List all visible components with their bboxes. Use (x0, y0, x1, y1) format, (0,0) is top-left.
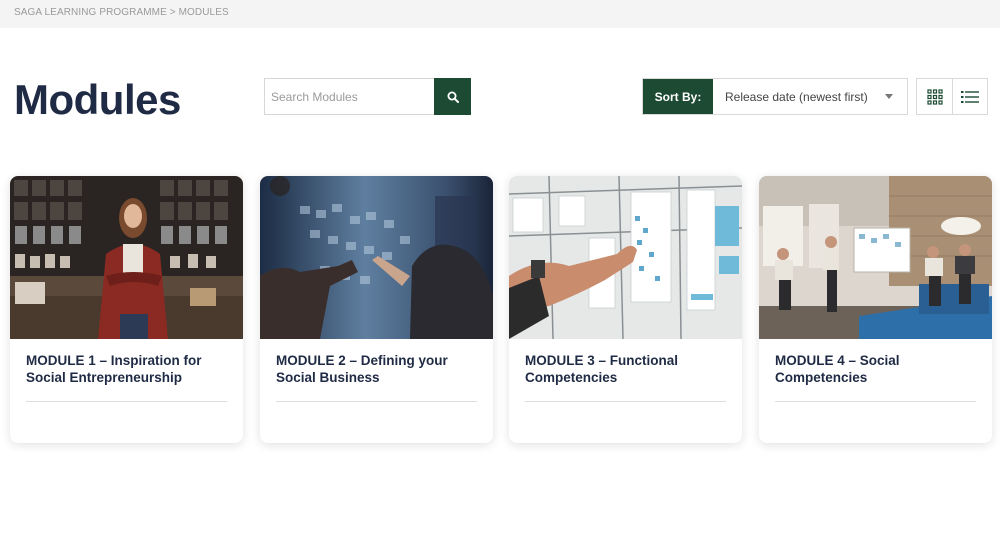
page-title: Modules (14, 76, 181, 123)
breadcrumb-root-link[interactable]: SAGA LEARNING PROGRAMME (14, 7, 167, 18)
card-divider (525, 401, 726, 402)
card-divider (775, 401, 976, 402)
module-card[interactable]: MODULE 1 – Inspiration for Social Entrep… (10, 176, 243, 443)
card-divider (276, 401, 477, 402)
list-view-button[interactable] (952, 79, 987, 114)
search-input[interactable] (264, 78, 434, 115)
module-title: MODULE 2 – Defining your Social Business (276, 353, 448, 385)
breadcrumb-current: MODULES (178, 7, 229, 18)
module-card[interactable]: MODULE 3 – Functional Competencies (509, 176, 742, 443)
chevron-down-icon (885, 94, 893, 99)
module-thumbnail (509, 176, 742, 339)
sort-select[interactable]: Release date (newest first) (713, 79, 907, 114)
list-icon (961, 90, 979, 103)
search-bar (264, 78, 471, 115)
breadcrumb-separator: > (166, 7, 179, 18)
grid-icon (926, 88, 943, 105)
module-card[interactable]: MODULE 2 – Defining your Social Business (260, 176, 493, 443)
module-thumbnail (10, 176, 243, 339)
module-thumbnail (260, 176, 493, 339)
module-title: MODULE 4 – Social Competencies (775, 353, 900, 385)
sort-selected-value: Release date (newest first) (725, 89, 868, 104)
module-card[interactable]: MODULE 4 – Social Competencies (759, 176, 992, 443)
search-button[interactable] (434, 78, 471, 115)
module-thumbnail (759, 176, 992, 339)
card-divider (26, 401, 227, 402)
breadcrumb-bar: SAGA LEARNING PROGRAMME > MODULES (0, 0, 1000, 28)
view-toggle (916, 78, 988, 115)
module-title: MODULE 1 – Inspiration for Social Entrep… (26, 353, 202, 385)
breadcrumb: SAGA LEARNING PROGRAMME > MODULES (14, 7, 229, 18)
sort-label: Sort By: (643, 79, 713, 114)
search-icon (447, 91, 459, 103)
module-title: MODULE 3 – Functional Competencies (525, 353, 679, 385)
grid-view-button[interactable] (917, 79, 952, 114)
sort-control: Sort By: Release date (newest first) (642, 78, 908, 115)
